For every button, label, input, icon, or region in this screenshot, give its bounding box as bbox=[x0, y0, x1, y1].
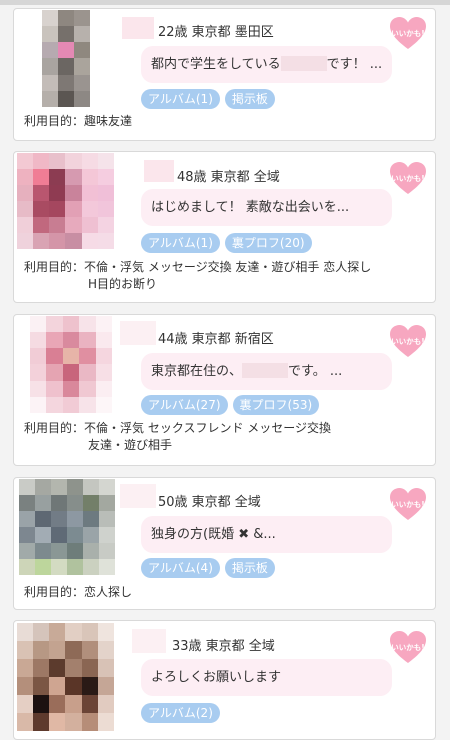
message-bubble[interactable]: はじめまして！ 素敵な出会いを... bbox=[141, 189, 392, 226]
purpose-text: 利用目的：不倫・浮気 セックスフレンド メッセージ交換 bbox=[24, 421, 332, 435]
like-label: いいかも! bbox=[391, 500, 425, 509]
like-button[interactable]: いいかも! bbox=[390, 325, 426, 359]
tag-list: アルバム(27) 裏プロフ(53) bbox=[141, 395, 320, 415]
like-button[interactable]: いいかも! bbox=[390, 162, 426, 196]
profile-card[interactable]: 50歳 東京都 全域 独身の方(既婚 ✖ &... アルバム(4) 掲示板 利用… bbox=[13, 477, 436, 610]
profile-meta: 50歳 東京都 全域 bbox=[158, 495, 261, 510]
tag-list: アルバム(1) 掲示板 bbox=[141, 89, 275, 109]
message-text: よろしくお願いします bbox=[151, 670, 282, 685]
profile-meta: 33歳 東京都 全域 bbox=[172, 639, 275, 654]
like-label: いいかも! bbox=[391, 643, 425, 652]
like-label: いいかも! bbox=[391, 29, 425, 38]
purpose-text: 利用目的：趣味友達 bbox=[24, 114, 133, 128]
like-button[interactable]: いいかも! bbox=[390, 488, 426, 522]
profile-card[interactable]: 44歳 東京都 新宿区 東京都在住の、 です。 ... アルバム(27) 裏プロフ… bbox=[13, 314, 436, 466]
message-text: はじめまして！ 素敵な出会いを... bbox=[151, 200, 350, 215]
message-text-end: です！ ... bbox=[326, 57, 383, 72]
like-button[interactable]: いいかも! bbox=[390, 631, 426, 665]
album-tag[interactable]: アルバム(1) bbox=[141, 89, 220, 109]
profile-photo[interactable] bbox=[17, 153, 114, 249]
profile-photo[interactable] bbox=[30, 316, 112, 413]
masked-name bbox=[144, 160, 174, 182]
album-tag[interactable]: アルバム(4) bbox=[141, 558, 220, 578]
profile-photo[interactable] bbox=[19, 479, 115, 575]
profile-meta: 22歳 東京都 墨田区 bbox=[158, 25, 274, 40]
tag-list: アルバム(1) 裏プロフ(20) bbox=[141, 233, 312, 253]
profile-photo[interactable] bbox=[17, 623, 114, 731]
purpose-text-line2: 友達・遊び相手 bbox=[88, 438, 173, 452]
profile-photo[interactable] bbox=[42, 10, 90, 107]
like-label: いいかも! bbox=[391, 174, 425, 183]
message-bubble[interactable]: よろしくお願いします bbox=[141, 659, 392, 696]
profile-card[interactable]: 33歳 東京都 全域 よろしくお願いします アルバム(2) いいかも! bbox=[13, 620, 436, 740]
album-tag[interactable]: アルバム(2) bbox=[141, 703, 220, 723]
message-text: 都内で学生をしている bbox=[151, 57, 281, 72]
message-bubble[interactable]: 東京都在住の、 です。 ... bbox=[141, 353, 392, 390]
board-tag[interactable]: 掲示板 bbox=[224, 89, 275, 109]
purpose-text-line2: H目的お断り bbox=[88, 277, 158, 291]
ura-profile-tag[interactable]: 裏プロフ(20) bbox=[224, 233, 312, 253]
like-button[interactable]: いいかも! bbox=[390, 17, 426, 51]
masked-name bbox=[132, 629, 166, 653]
masked-name bbox=[120, 321, 156, 345]
ura-profile-tag[interactable]: 裏プロフ(53) bbox=[232, 395, 320, 415]
tag-list: アルバム(2) bbox=[141, 703, 220, 723]
purpose-text: 利用目的：不倫・浮気 メッセージ交換 友達・遊び相手 恋人探し bbox=[24, 260, 372, 274]
top-divider bbox=[0, 0, 450, 5]
profile-meta: 48歳 東京都 全域 bbox=[177, 170, 280, 185]
message-text: 東京都在住の、 bbox=[151, 364, 243, 379]
message-bubble[interactable]: 独身の方(既婚 ✖ &... bbox=[141, 516, 392, 553]
message-bubble[interactable]: 都内で学生をしている です！ ... bbox=[141, 46, 392, 83]
tag-list: アルバム(4) 掲示板 bbox=[141, 558, 275, 578]
masked-name bbox=[122, 17, 154, 39]
purpose-text: 利用目的：恋人探し bbox=[24, 585, 133, 599]
masked-name bbox=[242, 362, 289, 378]
board-tag[interactable]: 掲示板 bbox=[224, 558, 275, 578]
profile-card[interactable]: 22歳 東京都 墨田区 都内で学生をしている です！ ... アルバム(1) 掲示… bbox=[13, 8, 436, 141]
profile-meta: 44歳 東京都 新宿区 bbox=[158, 332, 274, 347]
album-tag[interactable]: アルバム(1) bbox=[141, 233, 220, 253]
profile-card[interactable]: 48歳 東京都 全域 はじめまして！ 素敵な出会いを... アルバム(1) 裏プ… bbox=[13, 151, 436, 303]
masked-name bbox=[280, 55, 327, 71]
like-label: いいかも! bbox=[391, 337, 425, 346]
album-tag[interactable]: アルバム(27) bbox=[141, 395, 228, 415]
message-text-end: です。 ... bbox=[288, 364, 343, 379]
masked-name bbox=[120, 484, 156, 508]
message-text: 独身の方(既婚 ✖ &... bbox=[151, 527, 276, 542]
